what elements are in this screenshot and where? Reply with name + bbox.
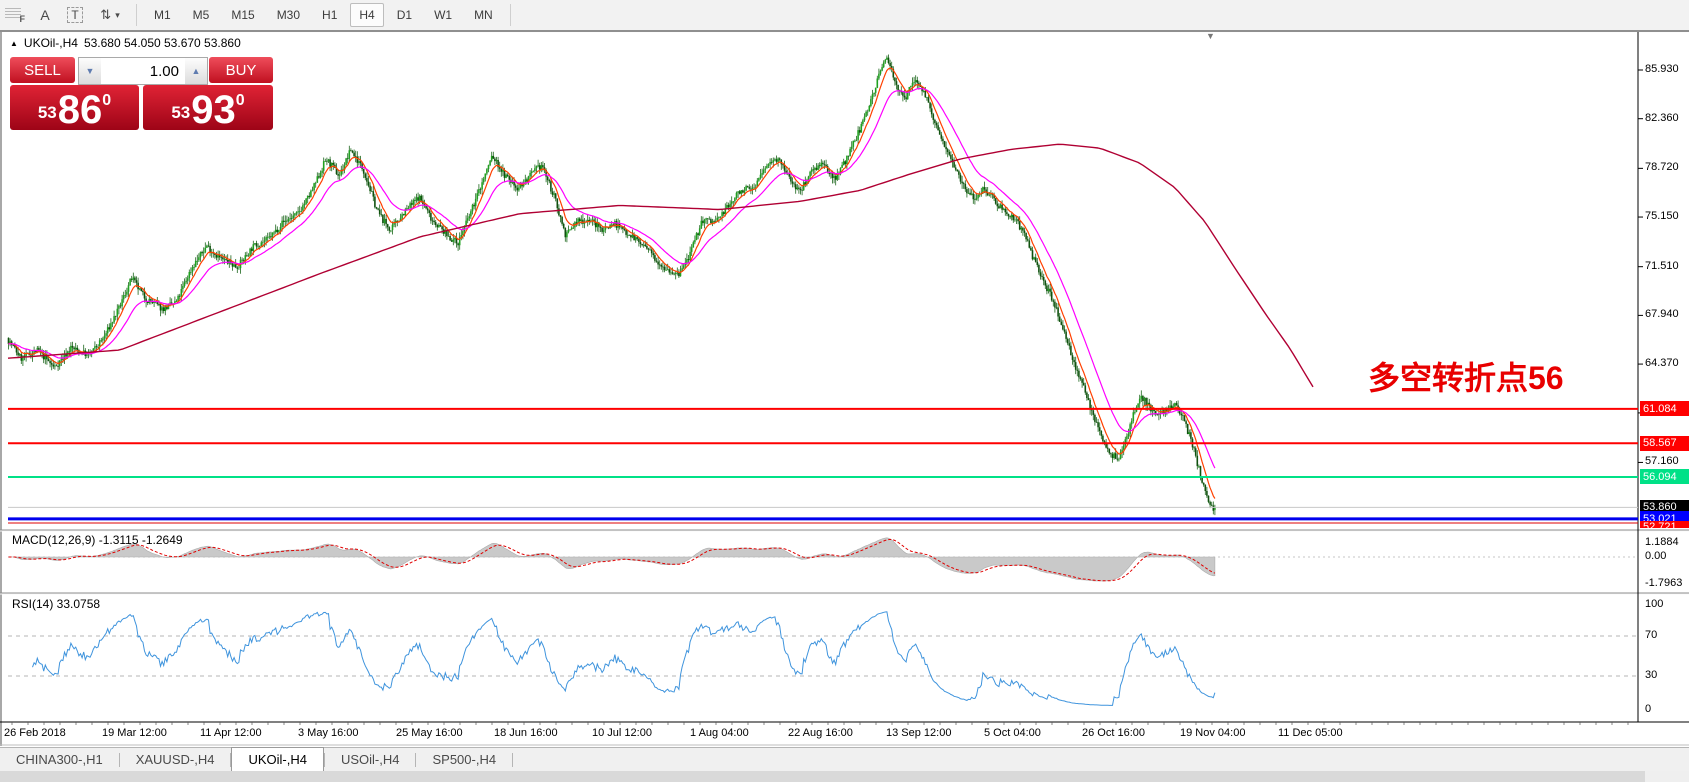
price-tick-label: 78.720 [1645,161,1679,173]
tab-separator [512,753,513,767]
price-tick-label: 71.510 [1645,260,1679,272]
buy-price-big: 93 [191,92,236,128]
date-label: 5 Oct 04:00 [984,727,1041,739]
sell-price-big: 86 [58,92,103,128]
date-label: 19 Mar 12:00 [102,727,167,739]
price-tick-label: 75.150 [1645,210,1679,222]
price-tick-label: 57.160 [1645,455,1679,467]
rsi-axis-label: 100 [1645,598,1663,610]
chart-tab-ukoilh4[interactable]: UKOil-,H4 [231,747,324,771]
macd-axis-label: 0.00 [1645,550,1666,562]
macd-indicator-label: MACD(12,26,9) -1.3115 -1.2649 [12,533,183,547]
date-label: 3 May 16:00 [298,727,359,739]
date-label: 26 Feb 2018 [4,727,66,739]
chart-ohlc-values: 53.680 54.050 53.670 53.860 [84,36,241,50]
date-label: 26 Oct 16:00 [1082,727,1145,739]
sell-price-sup: 0 [102,92,111,110]
price-line-label-58.567: 58.567 [1640,436,1689,451]
rsi-axis-label: 0 [1645,703,1651,715]
rsi-line [33,612,1215,706]
date-label: 11 Apr 12:00 [200,727,262,739]
volume-increase-button[interactable]: ▲ [185,58,207,84]
chart-shift-marker-icon[interactable]: ▼ [1206,31,1215,41]
price-tick-label: 85.930 [1645,63,1679,75]
date-label: 25 May 16:00 [396,727,463,739]
date-label: 10 Jul 12:00 [592,727,652,739]
chart-tab-xauusdh4[interactable]: XAUUSD-,H4 [120,748,231,771]
volume-input[interactable] [101,58,185,84]
buy-price-display[interactable]: 53 93 0 [143,85,273,130]
price-tick-label: 82.360 [1645,112,1679,124]
macd-histogram-area [9,538,1215,581]
price-line-label-56.094: 56.094 [1640,469,1689,484]
sell-price-small: 53 [38,103,57,123]
rsi-indicator-label: RSI(14) 33.0758 [12,597,100,611]
price-line-label-52.721: 52.721 [1640,521,1689,528]
buy-button[interactable]: BUY [209,57,273,83]
volume-stepper: ▼ ▲ [78,57,208,85]
date-label: 19 Nov 04:00 [1180,727,1245,739]
buy-price-sup: 0 [236,92,245,110]
status-bar-corner [1645,771,1689,782]
one-click-trading-panel: SELL ▼ ▲ BUY 53 86 0 53 93 0 [10,55,273,128]
mt4-application-window: F A T ⇅ ▾ M1M5M15M30H1H4D1W1MN ▲ UKOil-,… [0,0,1689,782]
status-bar [0,770,1689,782]
date-label: 1 Aug 04:00 [690,727,749,739]
chart-tab-usoilh4[interactable]: USOil-,H4 [325,748,416,771]
price-line-label-61.084: 61.084 [1640,401,1689,416]
chart-tab-bar: CHINA300-,H1XAUUSD-,H4UKOil-,H4USOil-,H4… [0,747,1689,771]
collapse-trade-panel-icon[interactable]: ▲ [10,39,18,48]
chart-tab-china300h1[interactable]: CHINA300-,H1 [0,748,119,771]
chart-tab-sp500h4[interactable]: SP500-,H4 [416,748,512,771]
sell-button[interactable]: SELL [10,57,75,83]
chart-text-annotation: 多空转折点56 [1368,353,1564,399]
date-label: 13 Sep 12:00 [886,727,951,739]
rsi-axis-label: 30 [1645,669,1657,681]
macd-axis-label: 1.1884 [1645,536,1679,548]
chart-header: ▲ UKOil-,H4 53.680 54.050 53.670 53.860 [10,36,241,50]
chart-symbol-title: UKOil-,H4 [24,36,78,50]
ma-fast-line [9,68,1215,498]
rsi-axis-label: 70 [1645,629,1657,641]
buy-price-small: 53 [171,103,190,123]
price-tick-label: 67.940 [1645,308,1679,320]
price-tick-label: 64.370 [1645,357,1679,369]
date-label: 11 Dec 05:00 [1278,727,1343,739]
sell-price-display[interactable]: 53 86 0 [10,85,139,130]
date-label: 18 Jun 16:00 [494,727,558,739]
date-label: 22 Aug 16:00 [788,727,853,739]
macd-axis-label: -1.7963 [1645,577,1682,589]
volume-decrease-button[interactable]: ▼ [79,58,101,84]
